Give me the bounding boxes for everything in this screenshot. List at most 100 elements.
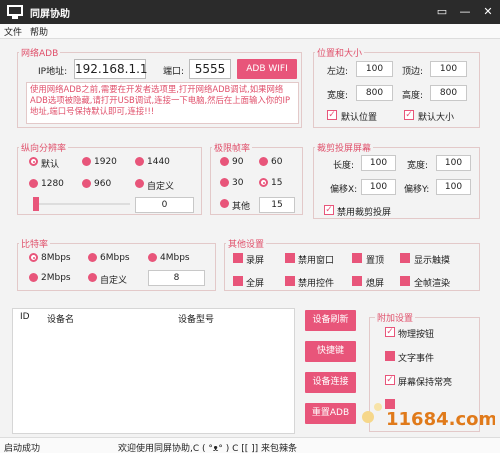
- default-position-label: 默认位置: [341, 113, 378, 123]
- fps-radio-60[interactable]: [259, 157, 268, 166]
- bitrate-radio-2mbps[interactable]: [29, 273, 38, 282]
- fps-group-title: 极限帧率: [212, 141, 253, 154]
- physical-buttons-checkbox[interactable]: ✓: [385, 327, 395, 337]
- window-title: 同屏协助: [30, 9, 70, 20]
- keep-screen-on-label: 屏幕保持常亮: [398, 378, 453, 388]
- fullscreen-label: 全屏: [246, 279, 265, 289]
- column-header-device-name[interactable]: 设备名: [47, 312, 74, 325]
- top-label: 顶边:: [402, 67, 424, 77]
- resolution-label-1280: 1280: [41, 179, 64, 189]
- physical-buttons-label: 物理按钮: [398, 330, 435, 340]
- fps-label-15: 15: [271, 178, 283, 188]
- bitrate-custom-input[interactable]: 8: [148, 270, 205, 286]
- default-position-checkbox[interactable]: ✓: [327, 110, 337, 120]
- default-size-label: 默认大小: [418, 113, 455, 123]
- always-on-top-checkbox[interactable]: [352, 253, 362, 263]
- ip-label: IP地址:: [38, 67, 68, 77]
- disable-controls-checkbox[interactable]: [285, 276, 295, 286]
- width-input[interactable]: 800: [356, 85, 393, 101]
- crop-offset-y-input[interactable]: 100: [436, 179, 471, 195]
- pin-button[interactable]: ▭: [433, 3, 451, 21]
- crop-width-label: 宽度:: [407, 161, 429, 171]
- ip-input[interactable]: 192.168.1.1: [74, 59, 148, 79]
- resolution-radio-1280[interactable]: [29, 179, 38, 188]
- crop-width-input[interactable]: 100: [436, 155, 471, 171]
- left-label: 左边:: [327, 67, 349, 77]
- column-header-id[interactable]: ID: [20, 312, 30, 322]
- bitrate-radio-4mbps[interactable]: [148, 253, 157, 262]
- left-input[interactable]: 100: [356, 61, 393, 77]
- bitrate-label-2mbps: 2Mbps: [41, 273, 71, 283]
- resolution-radio-1440[interactable]: [135, 157, 144, 166]
- fps-label-60: 60: [271, 157, 283, 167]
- minimize-button[interactable]: —: [456, 3, 474, 21]
- record-checkbox[interactable]: [233, 253, 243, 263]
- resolution-label-1920: 1920: [94, 157, 117, 167]
- crop-length-input[interactable]: 100: [361, 155, 396, 171]
- port-label: 端口:: [163, 67, 185, 77]
- fps-radio-30[interactable]: [220, 178, 229, 187]
- crop-offset-x-label: 偏移X:: [330, 185, 358, 195]
- disable-window-checkbox[interactable]: [285, 253, 295, 263]
- device-table[interactable]: [12, 308, 295, 434]
- bitrate-label-6mbps: 6Mbps: [100, 253, 130, 263]
- resolution-value-input[interactable]: 0: [135, 197, 194, 213]
- height-input[interactable]: 800: [430, 85, 467, 101]
- refresh-devices-button[interactable]: 设备刷新: [305, 310, 356, 331]
- record-label: 录屏: [246, 256, 265, 266]
- fps-label-other: 其他: [232, 202, 251, 212]
- port-input[interactable]: 5555: [189, 59, 231, 79]
- height-label: 高度:: [402, 91, 424, 101]
- adb-group-title: 网络ADB: [19, 46, 61, 59]
- resolution-label-960: 960: [94, 179, 112, 189]
- show-touch-label: 显示触摸: [414, 256, 451, 266]
- top-input[interactable]: 100: [430, 61, 467, 77]
- shortcuts-button[interactable]: 快捷键: [305, 341, 356, 362]
- keep-screen-on-checkbox[interactable]: ✓: [385, 375, 395, 385]
- default-size-checkbox[interactable]: ✓: [404, 110, 414, 120]
- screen-off-checkbox[interactable]: [352, 276, 362, 286]
- status-bar: 启动成功 欢迎使用同屏协助,C ( °ᴥ° ) C [[ ]] 来包辣条: [0, 437, 500, 453]
- show-touch-checkbox[interactable]: [400, 253, 410, 263]
- menu-file[interactable]: 文件: [4, 25, 22, 38]
- fps-radio-90[interactable]: [220, 157, 229, 166]
- crop-length-label: 长度:: [333, 161, 355, 171]
- column-header-device-model[interactable]: 设备型号: [178, 312, 214, 325]
- status-left-text: 启动成功: [4, 444, 41, 453]
- fps-radio-other[interactable]: [220, 199, 229, 208]
- fullscreen-checkbox[interactable]: [233, 276, 243, 286]
- always-on-top-label: 置顶: [366, 256, 385, 266]
- fps-label-90: 90: [232, 157, 244, 167]
- resolution-radio-960[interactable]: [82, 179, 91, 188]
- resolution-label-default: 默认: [41, 160, 60, 170]
- screen-off-label: 熄屏: [366, 279, 385, 289]
- resolution-radio-custom[interactable]: [135, 179, 144, 188]
- adb-notice: 使用网络ADB之前,需要在开发者选项里,打开网络ADB调试,如果网络ADB选项被…: [26, 82, 299, 124]
- resolution-radio-default[interactable]: [29, 157, 38, 166]
- resolution-slider-handle[interactable]: [33, 197, 39, 211]
- bitrate-group-title: 比特率: [19, 237, 51, 250]
- reset-adb-button[interactable]: 重置ADB: [305, 403, 356, 424]
- bitrate-radio-6mbps[interactable]: [88, 253, 97, 262]
- resolution-radio-1920[interactable]: [82, 157, 91, 166]
- text-events-checkbox[interactable]: [385, 351, 395, 361]
- crop-offset-x-input[interactable]: 100: [361, 179, 396, 195]
- fps-label-30: 30: [232, 178, 244, 188]
- crop-offset-y-label: 偏移Y:: [404, 185, 430, 195]
- adb-wifi-button[interactable]: ADB WIFI: [237, 59, 297, 79]
- disable-crop-checkbox[interactable]: ✓: [324, 205, 334, 215]
- bitrate-radio-custom[interactable]: [88, 273, 97, 282]
- full-frame-render-checkbox[interactable]: [400, 276, 410, 286]
- bitrate-label-custom: 自定义: [100, 276, 128, 286]
- close-button[interactable]: ✕: [479, 3, 497, 21]
- fps-other-input[interactable]: 15: [259, 197, 295, 213]
- bitrate-radio-8mbps[interactable]: [29, 253, 38, 262]
- other-group-title: 其他设置: [226, 237, 267, 250]
- crop-group-title: 裁剪投屏屏幕: [315, 141, 374, 154]
- connect-device-button[interactable]: 设备连接: [305, 372, 356, 393]
- menu-help[interactable]: 帮助: [30, 25, 48, 38]
- bitrate-label-8mbps: 8Mbps: [41, 253, 71, 263]
- watermark: 11684.com: [360, 395, 497, 435]
- resolution-slider-track[interactable]: [33, 203, 130, 205]
- fps-radio-15[interactable]: [259, 178, 268, 187]
